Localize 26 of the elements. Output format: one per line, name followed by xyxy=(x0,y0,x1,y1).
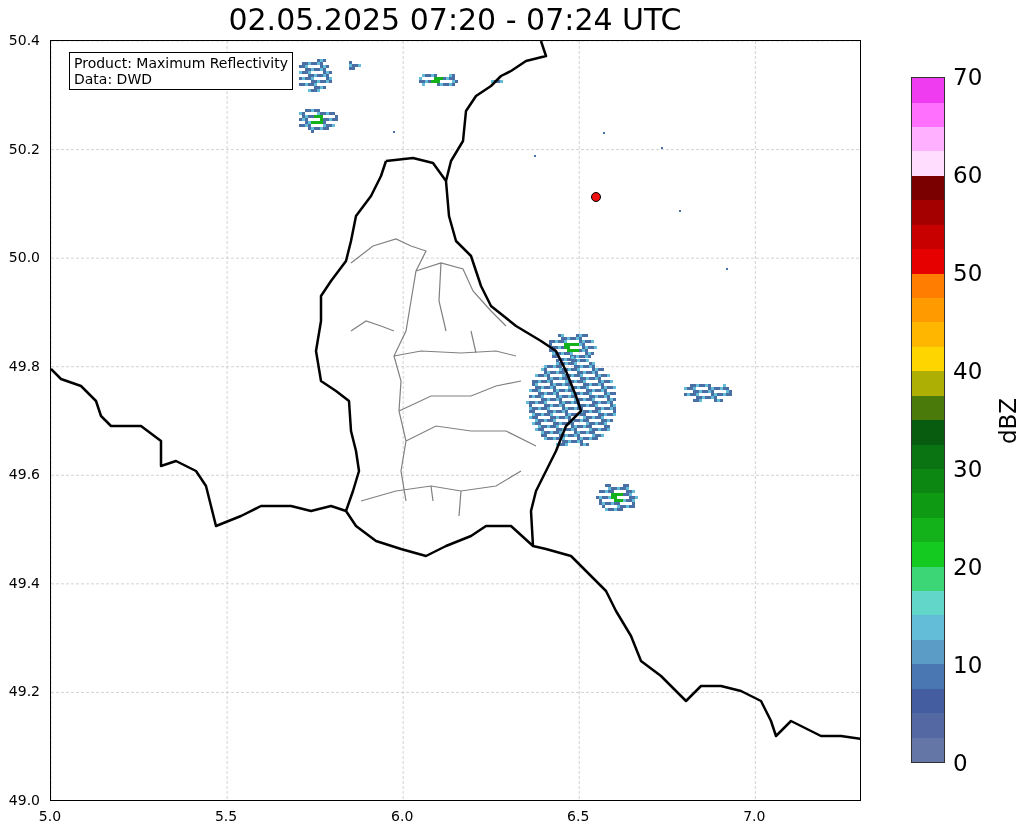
legend-text: Product: Maximum Reflectivity xyxy=(74,55,288,71)
colorbar-tick-label: 30 xyxy=(953,456,983,482)
y-tick-label: 50.0 xyxy=(7,249,41,266)
x-tick-label: 6.5 xyxy=(566,807,591,826)
x-tick-label: 5.0 xyxy=(37,807,63,826)
colorbar-tick-label: 40 xyxy=(953,358,983,384)
colorbar-tick-label: 70 xyxy=(953,64,983,90)
colorbar-tick-label: 60 xyxy=(953,162,983,188)
y-tick-label: 49.8 xyxy=(7,357,41,374)
colorbar-tick-label: 10 xyxy=(953,652,983,678)
x-tick-label: 5.5 xyxy=(213,807,239,826)
colorbar-tick-label: 20 xyxy=(953,554,983,580)
chart-title: 02.05.2025 07:20 - 07:24 UTC xyxy=(227,2,683,38)
colorbar-label: dBZ xyxy=(995,397,1022,445)
y-tick-label: 49.0 xyxy=(7,792,41,808)
legend-text: Data: DWD xyxy=(74,71,153,87)
x-tick-label: 6.0 xyxy=(390,807,415,826)
y-tick-label: 49.6 xyxy=(7,466,41,483)
location-marker xyxy=(591,192,601,202)
y-tick-label: 49.4 xyxy=(7,574,41,591)
y-tick-label: 50.4 xyxy=(7,32,41,48)
y-tick-label: 49.2 xyxy=(7,683,41,700)
colorbar-tick-label: 50 xyxy=(953,260,983,286)
y-tick-label: 50.2 xyxy=(7,140,41,157)
colorbar-tick-label: 0 xyxy=(953,750,968,776)
x-tick-label: 7.0 xyxy=(742,807,767,826)
